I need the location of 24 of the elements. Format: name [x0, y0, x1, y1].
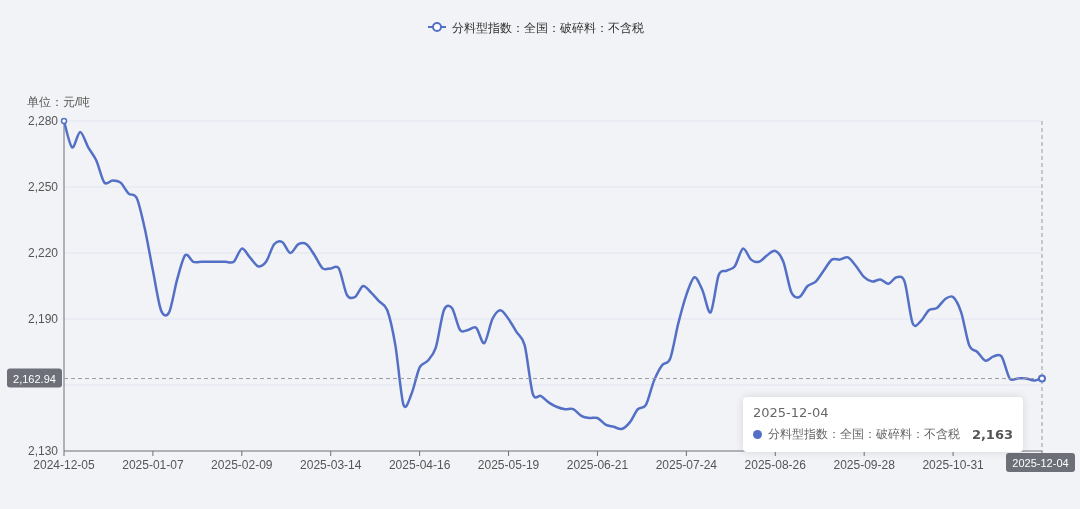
x-axis-label: 2025-09-28 — [833, 458, 895, 472]
x-axis-label: 2025-03-14 — [300, 458, 362, 472]
x-axis-label: 2025-08-26 — [744, 458, 806, 472]
x-pointer-label: 2025-12-04 — [1006, 453, 1075, 472]
y-axis-label: 2,280 — [27, 114, 58, 128]
y-axis-label: 2,130 — [27, 444, 58, 458]
x-axis-label: 2025-06-21 — [566, 458, 629, 472]
x-axis-label: 2025-10-31 — [922, 458, 984, 472]
x-axis-label: 2025-02-09 — [211, 458, 273, 472]
x-tick-label: 2025-12-04 — [1012, 457, 1069, 469]
tooltip-series-name: 分料型指数：全国：破碎料：不含税 — [768, 426, 960, 443]
ref-line-label: 2,162.94 — [13, 372, 56, 385]
y-axis-label: 2,220 — [27, 246, 58, 260]
x-axis-label: 2024-12-05 — [33, 458, 95, 472]
tooltip-value: 2,163 — [971, 427, 1013, 442]
x-axis-label: 2025-05-19 — [477, 458, 540, 472]
y-axis-unit: 单位：元/吨 — [27, 95, 91, 109]
y-axis-label: 2,250 — [27, 180, 58, 194]
x-axis-label: 2025-07-24 — [655, 458, 718, 472]
x-axis-label: 2025-04-16 — [388, 458, 451, 472]
y-pointer-label: 2,162.94 — [7, 368, 62, 388]
y-axis-label: 2,190 — [27, 312, 58, 326]
x-axis-label: 2025-01-07 — [122, 458, 184, 472]
tooltip-date: 2025-12-04 — [753, 405, 830, 420]
